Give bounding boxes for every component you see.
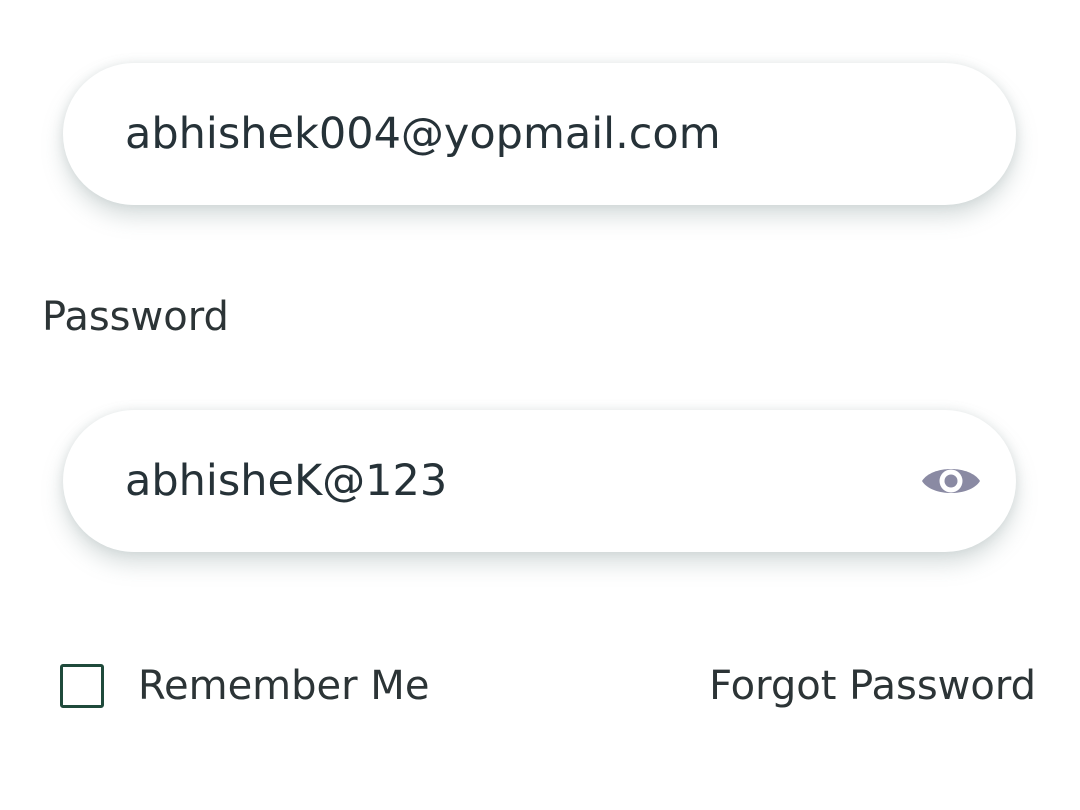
remember-me-label: Remember Me xyxy=(138,663,430,709)
password-visibility-toggle[interactable] xyxy=(918,456,984,506)
password-label: Password xyxy=(42,294,229,340)
email-field-container xyxy=(63,63,1016,205)
email-field[interactable] xyxy=(125,63,885,205)
login-form: Password Remember Me Forgot Password xyxy=(0,0,1080,810)
password-field-container xyxy=(63,410,1016,552)
password-field[interactable] xyxy=(125,410,885,552)
remember-me-control[interactable]: Remember Me xyxy=(60,658,429,714)
eye-icon xyxy=(922,469,980,493)
forgot-password-link[interactable]: Forgot Password xyxy=(709,658,1036,714)
remember-me-checkbox[interactable] xyxy=(60,664,104,708)
